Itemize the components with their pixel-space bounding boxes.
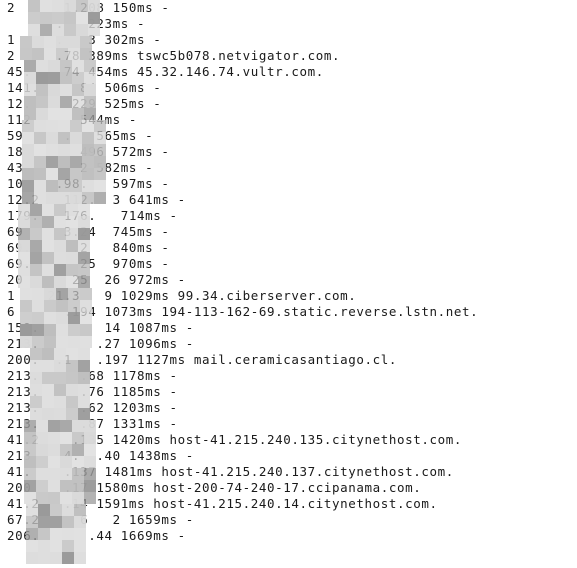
ping-result-line: 213. .62 1203ms -	[7, 400, 178, 415]
ping-result-line: 12. 229 525ms -	[7, 96, 162, 111]
mask-pixel	[74, 552, 86, 564]
mask-pixel	[38, 552, 50, 564]
ping-result-line: 43 2 582ms -	[7, 160, 154, 175]
ping-result-line: 159. 14 1087ms -	[7, 320, 194, 335]
ping-result-line: 12.2 112. 3 641ms -	[7, 192, 186, 207]
ping-result-line: 6 .194 1073ms 194-113-162-69.static.reve…	[7, 304, 479, 319]
mask-pixel	[62, 552, 74, 564]
ping-result-line: 41. .137 1481ms host-41.215.240.137.city…	[7, 464, 454, 479]
ping-result-line: 1 . 3 302ms -	[7, 32, 162, 47]
ping-result-line: 69 3.24 745ms -	[7, 224, 170, 239]
ping-result-line: 200. .1 .197 1127ms mail.ceramicasantiag…	[7, 352, 398, 367]
ping-result-line: 1 21.3 9 1029ms 99.34.ciberserver.com.	[7, 288, 357, 303]
ping-result-line: 213. .87 1331ms -	[7, 416, 178, 431]
ping-result-line: 112 544ms -	[7, 112, 138, 127]
ping-result-line: 213. .27 1096ms -	[7, 336, 194, 351]
ping-result-line: 206. .44 1669ms -	[7, 528, 186, 543]
mask-pixel	[26, 552, 38, 564]
mask-pixel	[50, 552, 62, 564]
ping-result-line: 45. 74 454ms 45.32.146.74.vultr.com.	[7, 64, 324, 79]
ping-result-line: 213 4. .40 1438ms -	[7, 448, 194, 463]
ping-result-line: 67.2 6 2 1659ms -	[7, 512, 194, 527]
ping-result-list: 2 1.208 150ms - . 223ms - 1 . 3 302ms - …	[7, 0, 478, 544]
ping-result-line: 41.2 .14 1591ms host-41.215.240.14.cityn…	[7, 496, 438, 511]
ping-result-line: 69. .2 840ms -	[7, 240, 170, 255]
ping-result-line: 2 1.208 150ms -	[7, 0, 170, 15]
ping-result-line: 41.2 .135 1420ms host-41.215.240.135.cit…	[7, 432, 463, 447]
terminal-output-window: 2 1.208 150ms - . 223ms - 1 . 3 302ms - …	[0, 0, 577, 568]
ping-result-line: 200 .17 1580ms host-200-74-240-17.ccipan…	[7, 480, 422, 495]
ping-result-line: 179. 176. 714ms -	[7, 208, 178, 223]
ping-result-line: 213. .76 1185ms -	[7, 384, 178, 399]
ping-result-line: . 223ms -	[7, 16, 146, 31]
ping-result-line: 141. 84 506ms -	[7, 80, 162, 95]
ping-result-line: 10 .98. 597ms -	[7, 176, 170, 191]
ping-result-line: 2 .78 389ms tswc5b078.netvigator.com.	[7, 48, 341, 63]
ping-result-line: 59 . 565ms -	[7, 128, 154, 143]
ping-result-line: 18 496 572ms -	[7, 144, 170, 159]
ping-result-line: 69. 25 970ms -	[7, 256, 170, 271]
ping-result-line: 20 25 26 972ms -	[7, 272, 186, 287]
ping-result-line: 213. .68 1178ms -	[7, 368, 178, 383]
